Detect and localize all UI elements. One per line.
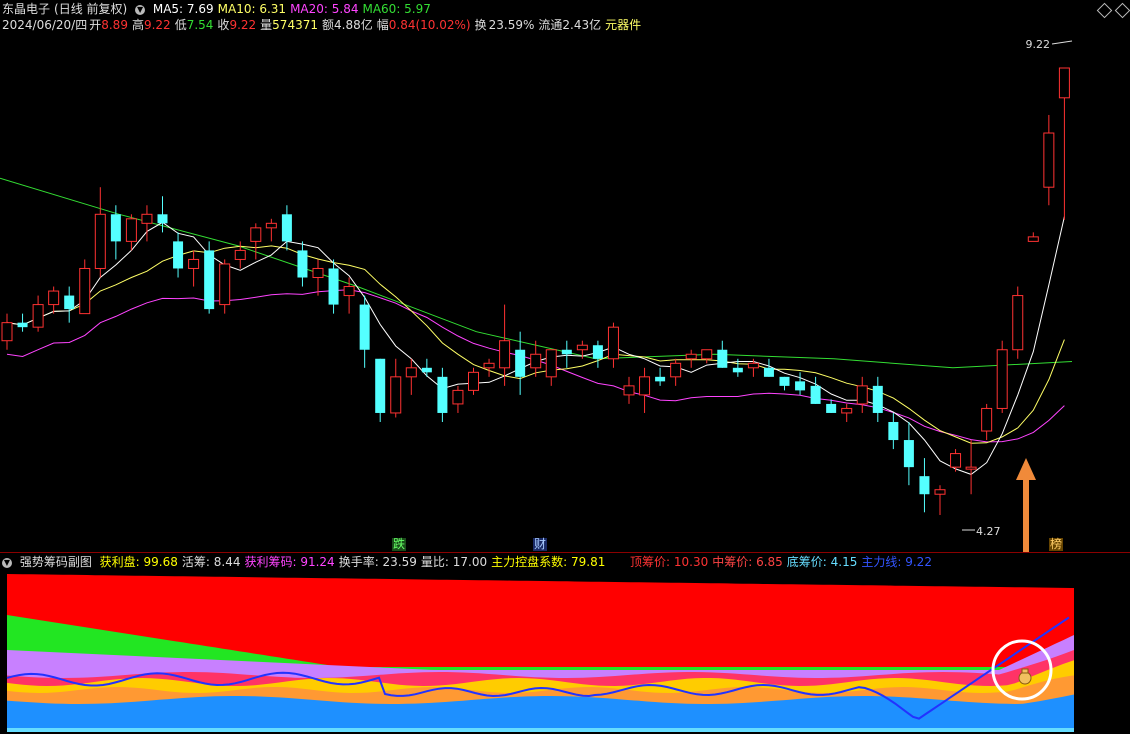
candle[interactable] (297, 241, 308, 287)
candle[interactable] (390, 358, 402, 418)
tag-down[interactable]: 跌 (392, 538, 407, 551)
candle[interactable] (1043, 114, 1055, 206)
candle[interactable] (173, 232, 184, 278)
chip-price-2: 底筹价: 4.15 (786, 555, 858, 569)
indicator-5: 主力控盘系数: 79.81 (491, 555, 606, 569)
tag-cai[interactable]: 财 (533, 538, 548, 551)
band-blue (7, 694, 1074, 732)
candle[interactable] (499, 304, 511, 386)
candle[interactable] (405, 358, 417, 395)
candle[interactable] (64, 286, 75, 323)
candle[interactable] (639, 367, 651, 413)
candle[interactable] (94, 187, 106, 278)
candle[interactable] (950, 449, 962, 472)
candle[interactable] (437, 367, 448, 422)
indicator-0: 获利盘: 99.68 (99, 555, 178, 569)
highlight-circle (991, 639, 1053, 701)
candle[interactable] (125, 214, 137, 251)
candle[interactable] (250, 223, 262, 260)
candle[interactable] (204, 241, 215, 314)
candle[interactable] (1, 313, 13, 350)
candle[interactable] (655, 367, 666, 386)
candle[interactable] (623, 376, 635, 404)
tag-bang[interactable]: 榜 (1049, 538, 1064, 551)
candle[interactable] (110, 205, 121, 260)
candle[interactable] (841, 403, 853, 422)
candle[interactable] (281, 205, 292, 251)
candle[interactable] (607, 322, 619, 368)
candle[interactable] (717, 340, 728, 368)
candle[interactable] (452, 385, 464, 413)
candle[interactable] (919, 458, 930, 513)
candle[interactable] (763, 358, 774, 377)
candle[interactable] (468, 367, 479, 395)
candle[interactable] (965, 440, 977, 495)
candle[interactable] (219, 259, 231, 314)
low-marker-label: 4.27 (976, 525, 1001, 538)
candle[interactable] (545, 349, 557, 386)
band-orange (7, 675, 1074, 732)
candle[interactable] (359, 295, 370, 368)
band-purple (7, 635, 1074, 732)
chip-price-0: 顶筹价: 10.30 (630, 555, 709, 569)
candle[interactable] (779, 376, 790, 391)
up-arrow-icon (1016, 458, 1036, 552)
chip-price-1: 中筹价: 6.85 (712, 555, 783, 569)
candle[interactable] (795, 372, 806, 395)
band-yellow (7, 660, 1074, 732)
main-force-line (6, 616, 1070, 720)
candle[interactable] (265, 218, 277, 242)
candle[interactable] (903, 421, 914, 486)
low-marker: 4.27 (962, 525, 1001, 538)
candle[interactable] (934, 485, 946, 515)
candle[interactable] (810, 376, 821, 404)
candle[interactable] (79, 259, 91, 315)
candle[interactable] (1012, 286, 1024, 359)
band-red-top (7, 574, 1074, 732)
pane-divider[interactable] (0, 552, 1130, 553)
candlestick-chart[interactable]: 9.22 4.27 (0, 0, 1130, 552)
candle[interactable] (561, 340, 572, 368)
candle[interactable] (188, 250, 200, 287)
band-cyan (7, 728, 1074, 732)
candle[interactable] (421, 358, 432, 377)
sub-chart-title[interactable]: 强势筹码副图 (20, 555, 92, 569)
candle[interactable] (701, 349, 713, 364)
high-marker-label: 9.22 (1026, 38, 1051, 51)
band-red-mid (7, 650, 1074, 732)
candle[interactable] (1027, 232, 1039, 242)
high-marker: 9.22 (1026, 38, 1073, 51)
candle[interactable] (826, 399, 837, 413)
indicator-3: 换手率: 23.59 (338, 555, 417, 569)
indicator-2: 获利筹码: 91.24 (244, 555, 335, 569)
sub-chart-header-right: 顶筹价: 10.30 中筹价: 6.85 底筹价: 4.15 主力线: 9.22 (630, 554, 940, 571)
candle[interactable] (312, 259, 324, 296)
candle[interactable] (888, 412, 899, 450)
candle[interactable] (48, 286, 60, 314)
candle[interactable] (685, 349, 697, 368)
ma60-line (0, 177, 1073, 369)
candle[interactable] (670, 358, 682, 386)
candle[interactable] (981, 403, 993, 441)
candle[interactable] (17, 313, 28, 332)
chip-price-3: 主力线: 9.22 (861, 555, 932, 569)
candle[interactable] (328, 259, 339, 314)
candle[interactable] (32, 295, 44, 332)
collapse-icon[interactable]: ▼ (2, 557, 12, 568)
band-green (7, 615, 1074, 732)
candle[interactable] (996, 340, 1008, 413)
candle[interactable] (872, 376, 883, 422)
candle[interactable] (1058, 67, 1070, 220)
moneybag-icon (1018, 668, 1032, 685)
candle[interactable] (856, 376, 868, 413)
sub-chart-header: ▼ 强势筹码副图 获利盘: 99.68 活筹: 8.44 获利筹码: 91.24 换手… (2, 554, 613, 571)
indicator-1: 活筹: 8.44 (181, 555, 241, 569)
candle[interactable] (483, 358, 495, 377)
candle[interactable] (375, 358, 386, 422)
candle[interactable] (592, 340, 603, 368)
indicator-4: 量比: 17.00 (420, 555, 488, 569)
